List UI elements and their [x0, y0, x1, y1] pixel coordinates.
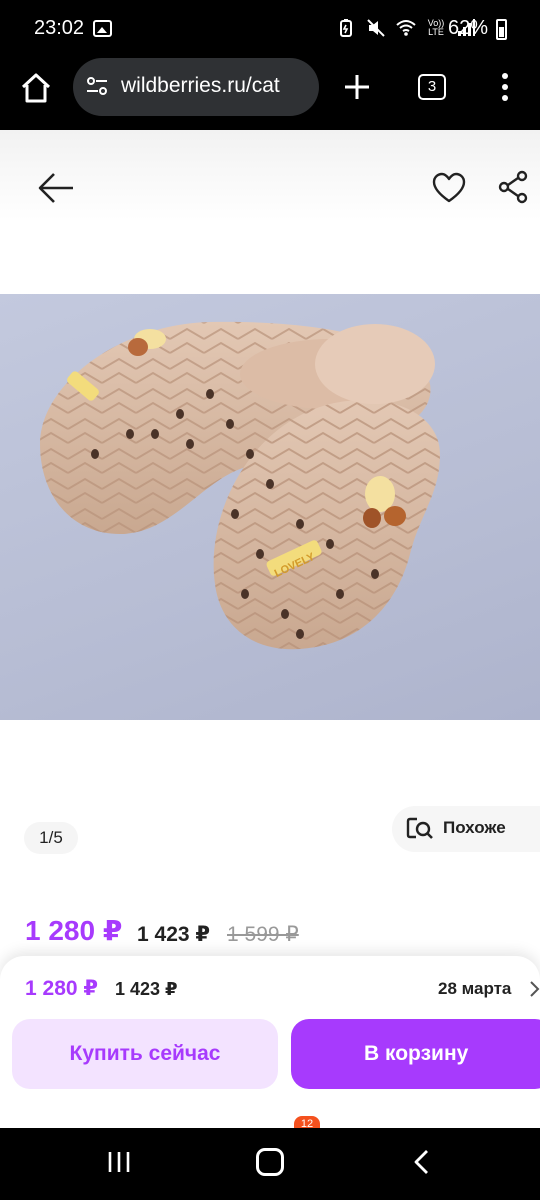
- status-bar: 23:02 Vo)) LTE 62%: [0, 0, 540, 58]
- back-arrow-icon[interactable]: [36, 170, 76, 206]
- battery-icon: [496, 19, 507, 40]
- gallery-icon: [93, 20, 112, 37]
- mute-icon: [367, 19, 385, 37]
- clogs-illustration: LOVELY: [40, 321, 440, 650]
- similar-button[interactable]: Похоже: [392, 806, 540, 852]
- heart-icon[interactable]: [432, 172, 466, 204]
- tabs-icon[interactable]: 3: [418, 74, 446, 100]
- battery-percent: 62%: [448, 17, 489, 39]
- wallet-price: 1 423 ₽: [137, 923, 210, 946]
- product-header: [0, 130, 540, 295]
- more-vert-icon[interactable]: [500, 72, 510, 102]
- url-bar[interactable]: wildberries.ru/cat: [73, 58, 319, 116]
- similar-search-icon: [406, 817, 433, 839]
- home-button-icon[interactable]: [256, 1148, 284, 1176]
- status-time: 23:02: [34, 17, 85, 39]
- wifi-icon: [396, 20, 416, 36]
- current-price: 1 280 ₽: [25, 915, 123, 946]
- panel-wallet-price: 1 423 ₽: [115, 979, 178, 999]
- browser-toolbar: wildberries.ru/cat 3: [0, 58, 540, 130]
- nav-back-icon[interactable]: [412, 1148, 432, 1176]
- product-image[interactable]: LOVELY: [0, 294, 540, 720]
- add-to-cart-button[interactable]: В корзину: [291, 1019, 540, 1089]
- url-text[interactable]: wildberries.ru/cat: [121, 74, 280, 98]
- bottom-tab-bar: [0, 1102, 540, 1128]
- delivery-date[interactable]: 28 марта: [438, 979, 511, 999]
- battery-saver-icon: [340, 19, 352, 37]
- site-settings-icon[interactable]: [85, 74, 109, 98]
- old-price: 1 599 ₽: [227, 923, 299, 946]
- share-icon[interactable]: [498, 170, 530, 204]
- chevron-right-icon[interactable]: [528, 980, 540, 998]
- system-nav-bar: [0, 1128, 540, 1200]
- buy-now-button[interactable]: Купить сейчас: [12, 1019, 278, 1089]
- panel-price: 1 280 ₽: [25, 977, 98, 1000]
- image-counter: 1/5: [24, 822, 78, 854]
- lte-indicator: Vo)) LTE: [427, 18, 445, 37]
- buy-panel: 1 280 ₽ 1 423 ₽ 28 марта Купить сейчас В…: [0, 956, 540, 1102]
- gallery-footer: [0, 720, 540, 888]
- recent-apps-icon[interactable]: [106, 1150, 132, 1174]
- similar-label: Похоже: [443, 818, 506, 837]
- home-icon[interactable]: [18, 70, 54, 106]
- plus-icon[interactable]: [342, 72, 372, 102]
